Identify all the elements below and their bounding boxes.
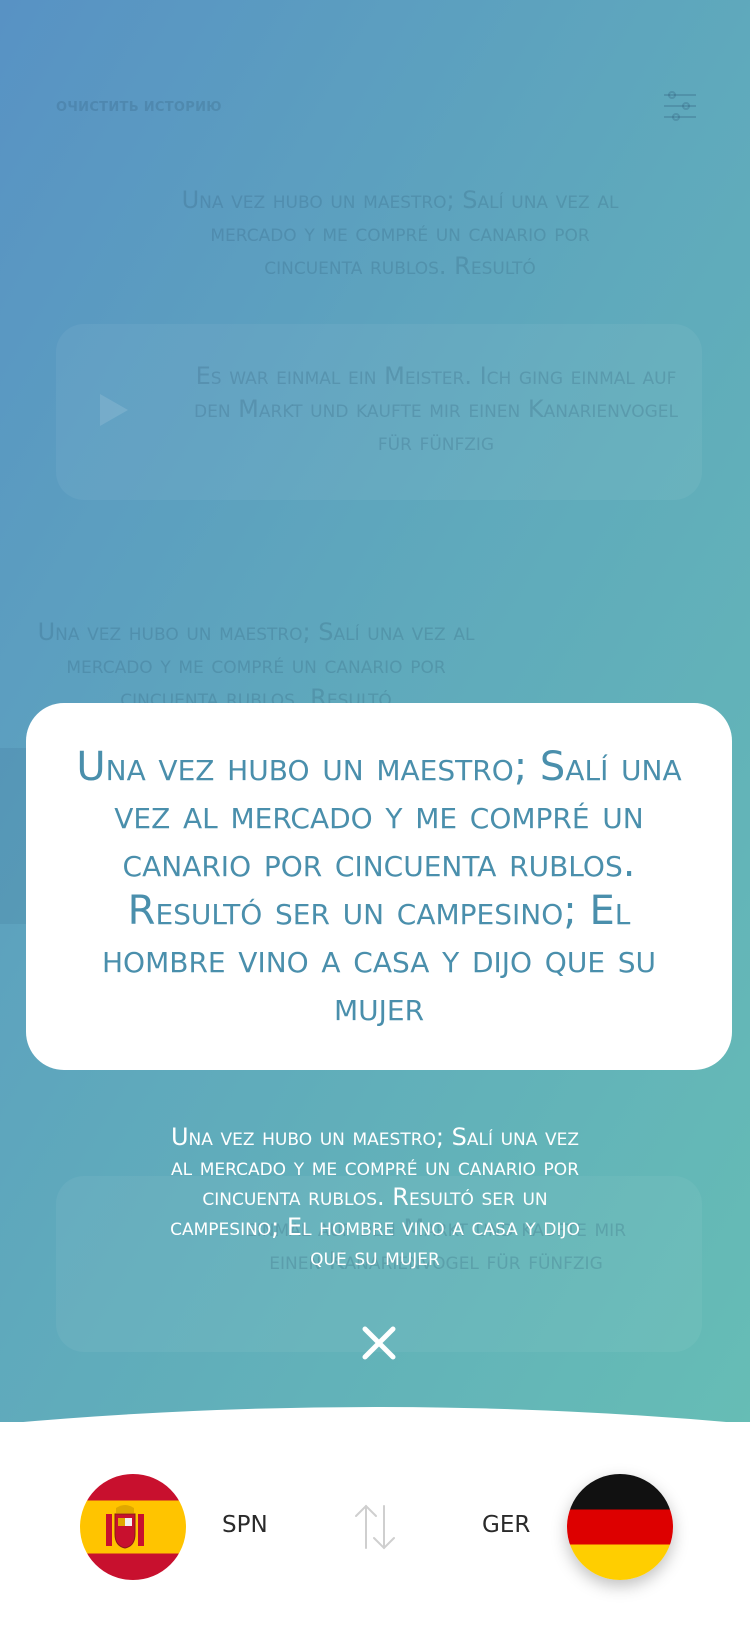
history-source-text: Una vez hubo un maestro; Salí una vez al… xyxy=(181,186,619,280)
history-translation-text: Es war einmal ein Meister. Ich ging einm… xyxy=(194,362,678,456)
clear-history-button[interactable]: очистить историю xyxy=(56,100,222,115)
spain-flag-icon[interactable] xyxy=(80,1474,186,1580)
swap-arrows-icon[interactable] xyxy=(352,1502,398,1552)
source-language-label[interactable]: SPN xyxy=(222,1512,268,1538)
filter-sliders-icon[interactable] xyxy=(662,88,698,124)
history-translation-card[interactable]: Es war einmal ein Meister. Ich ging einm… xyxy=(56,324,702,500)
overlay-source-text: Una vez hubo un maestro; Salí una vez al… xyxy=(170,1123,580,1271)
close-icon[interactable] xyxy=(360,1324,398,1362)
history-card-edge xyxy=(0,748,26,924)
germany-flag-icon[interactable] xyxy=(567,1474,673,1580)
history-source-text-2: Una vez hubo un maestro; Salí una vez al… xyxy=(37,618,475,712)
target-language-label[interactable]: GER xyxy=(482,1512,530,1538)
play-icon[interactable] xyxy=(92,390,132,430)
modal-source-text: Una vez hubo un maestro; Salí una vez al… xyxy=(76,743,682,1030)
coat-of-arms-icon xyxy=(106,1505,144,1549)
translation-modal: Una vez hubo un maestro; Salí una vez al… xyxy=(26,703,732,1070)
